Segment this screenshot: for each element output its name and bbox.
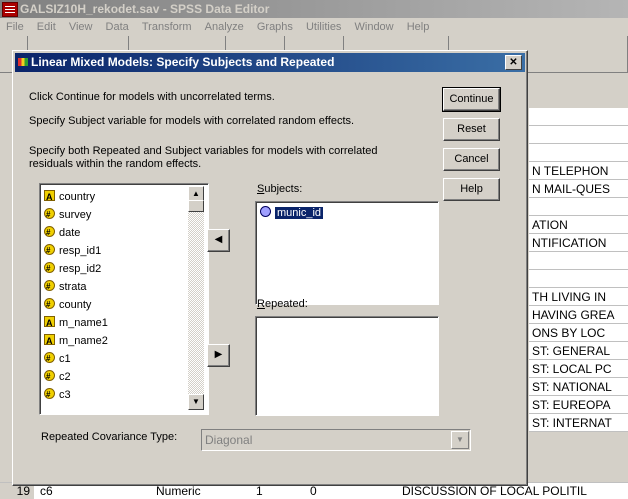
menubar: File Edit View Data Transform Analyze Gr… bbox=[0, 18, 628, 36]
label-cell[interactable] bbox=[529, 198, 628, 216]
numeric-variable-icon bbox=[44, 350, 55, 368]
help-button[interactable]: Help bbox=[443, 178, 500, 201]
specify-subjects-dialog: Linear Mixed Models: Specify Subjects an… bbox=[12, 50, 528, 486]
selected-variable-icon bbox=[260, 206, 271, 217]
covariance-type-select[interactable]: Diagonal ▼ bbox=[201, 429, 471, 451]
instruction-line-2: Specify Subject variable for models with… bbox=[29, 115, 355, 127]
scroll-thumb[interactable] bbox=[188, 200, 204, 212]
reset-button[interactable]: Reset bbox=[443, 118, 500, 141]
menu-edit[interactable]: Edit bbox=[37, 21, 56, 33]
menu-help[interactable]: Help bbox=[407, 21, 430, 33]
list-item[interactable]: resp_id2 bbox=[44, 260, 101, 278]
label-cell[interactable]: ST: EUREOPA bbox=[529, 396, 628, 414]
label-cell[interactable]: N TELEPHON bbox=[529, 162, 628, 180]
continue-button[interactable]: Continue bbox=[442, 87, 501, 112]
repeated-list[interactable] bbox=[255, 316, 439, 416]
label-cell[interactable] bbox=[529, 144, 628, 162]
string-variable-icon bbox=[44, 314, 55, 332]
menu-analyze[interactable]: Analyze bbox=[205, 21, 244, 33]
numeric-variable-icon bbox=[44, 260, 55, 278]
menu-view[interactable]: View bbox=[69, 21, 93, 33]
label-cell[interactable]: ATION bbox=[529, 216, 628, 234]
list-item[interactable]: m_name1 bbox=[44, 314, 108, 332]
spss-app-icon bbox=[2, 2, 18, 17]
variable-source-list[interactable]: countrysurveydateresp_id1resp_id2stratac… bbox=[39, 183, 209, 415]
variable-list-scrollbar[interactable]: ▲ ▼ bbox=[188, 186, 204, 410]
dialog-titlebar: Linear Mixed Models: Specify Subjects an… bbox=[15, 53, 525, 72]
menu-file[interactable]: File bbox=[6, 21, 24, 33]
dropdown-arrow-icon[interactable]: ▼ bbox=[451, 431, 469, 449]
list-item[interactable]: c2 bbox=[44, 368, 71, 386]
app-titlebar: GALSIZ10H_rekodet.sav - SPSS Data Editor bbox=[0, 0, 628, 18]
instruction-line-4: residuals within the random effects. bbox=[29, 158, 202, 170]
string-variable-icon bbox=[44, 332, 55, 350]
numeric-variable-icon bbox=[44, 242, 55, 260]
app-title: GALSIZ10H_rekodet.sav - SPSS Data Editor bbox=[20, 2, 270, 16]
right-arrow-icon: ▶ bbox=[214, 349, 223, 360]
label-cell[interactable]: ONS BY LOC bbox=[529, 324, 628, 342]
numeric-variable-icon bbox=[44, 296, 55, 314]
list-item[interactable]: resp_id1 bbox=[44, 242, 101, 260]
numeric-variable-icon bbox=[44, 278, 55, 296]
label-cell[interactable] bbox=[529, 252, 628, 270]
down-arrow-icon: ▼ bbox=[192, 397, 200, 406]
menu-utilities[interactable]: Utilities bbox=[306, 21, 341, 33]
list-item[interactable]: country bbox=[44, 188, 95, 206]
label-cell[interactable]: ST: LOCAL PC bbox=[529, 360, 628, 378]
instruction-line-3: Specify both Repeated and Subject variab… bbox=[29, 145, 378, 157]
label-cell[interactable]: ST: GENERAL bbox=[529, 342, 628, 360]
list-item[interactable]: m_name2 bbox=[44, 332, 108, 350]
menu-graphs[interactable]: Graphs bbox=[257, 21, 293, 33]
menu-data[interactable]: Data bbox=[106, 21, 129, 33]
list-item[interactable]: county bbox=[44, 296, 91, 314]
label-cell[interactable]: NTIFICATION bbox=[529, 234, 628, 252]
scroll-down-button[interactable]: ▼ bbox=[188, 394, 204, 410]
list-item[interactable]: survey bbox=[44, 206, 91, 224]
move-subjects-button[interactable]: ◀ bbox=[207, 229, 230, 252]
list-item[interactable]: munic_id bbox=[260, 204, 325, 222]
label-cell[interactable]: ST: INTERNAT bbox=[529, 414, 628, 432]
menu-transform[interactable]: Transform bbox=[142, 21, 192, 33]
label-cell[interactable]: N MAIL-QUES bbox=[529, 180, 628, 198]
list-item[interactable]: strata bbox=[44, 278, 87, 296]
label-cell[interactable] bbox=[529, 270, 628, 288]
covtype-label: Repeated Covariance Type: bbox=[41, 431, 178, 443]
list-item[interactable]: c1 bbox=[44, 350, 71, 368]
subjects-label: Subjects: bbox=[257, 183, 303, 195]
repeated-label: Repeated: bbox=[257, 298, 308, 310]
up-arrow-icon: ▲ bbox=[192, 189, 200, 198]
menu-window[interactable]: Window bbox=[355, 21, 394, 33]
label-cell[interactable]: HAVING GREA bbox=[529, 306, 628, 324]
string-variable-icon bbox=[44, 188, 55, 206]
close-icon: ✕ bbox=[509, 57, 518, 68]
numeric-variable-icon bbox=[44, 368, 55, 386]
cancel-button[interactable]: Cancel bbox=[443, 148, 500, 171]
left-arrow-icon: ◀ bbox=[214, 234, 223, 245]
list-item[interactable]: date bbox=[44, 224, 80, 242]
label-cell[interactable] bbox=[529, 126, 628, 144]
subjects-list[interactable]: munic_id bbox=[255, 201, 439, 305]
instruction-line-1: Click Continue for models with uncorrela… bbox=[29, 91, 275, 103]
list-item[interactable]: c3 bbox=[44, 386, 71, 404]
label-cell[interactable]: TH LIVING IN bbox=[529, 288, 628, 306]
numeric-variable-icon bbox=[44, 386, 55, 404]
linear-mixed-models-icon bbox=[18, 58, 28, 66]
dialog-title: Linear Mixed Models: Specify Subjects an… bbox=[31, 55, 335, 69]
close-button[interactable]: ✕ bbox=[505, 55, 522, 70]
numeric-variable-icon bbox=[44, 206, 55, 224]
label-cell[interactable]: ST: NATIONAL bbox=[529, 378, 628, 396]
label-cell[interactable] bbox=[529, 108, 628, 126]
numeric-variable-icon bbox=[44, 224, 55, 242]
move-repeated-button[interactable]: ▶ bbox=[207, 344, 230, 367]
